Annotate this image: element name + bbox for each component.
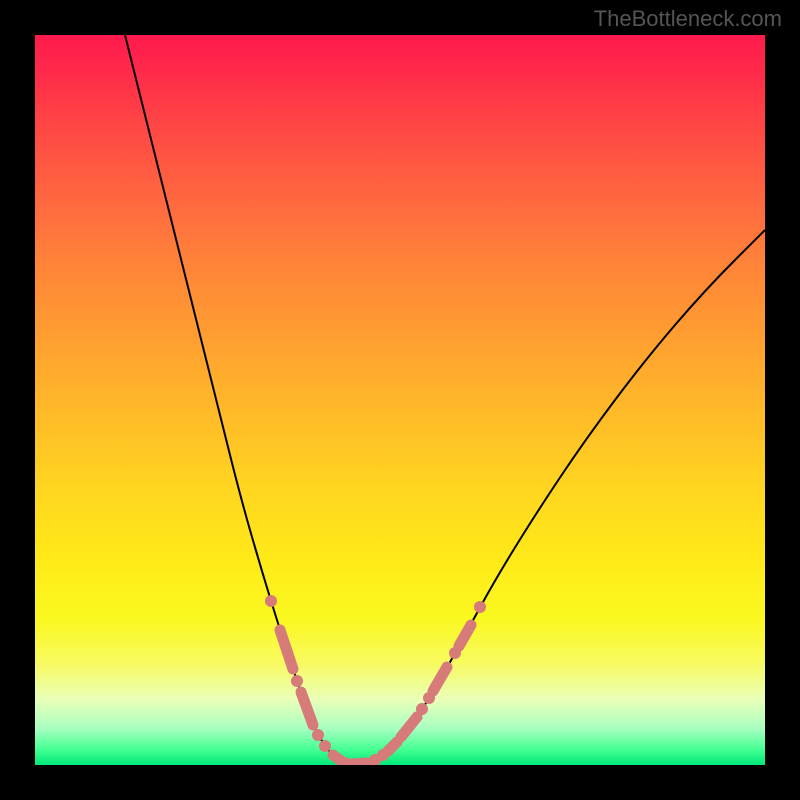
chart-svg (35, 35, 765, 765)
marker-pill (301, 692, 313, 725)
marker-pill (433, 667, 447, 691)
watermark-text: TheBottleneck.com (594, 6, 782, 32)
marker-pill (350, 763, 367, 764)
marker-pill (459, 625, 471, 646)
marker-dot (319, 740, 331, 752)
marker-pill (280, 630, 293, 669)
marker-dot (474, 601, 486, 613)
curve-right-branch (350, 230, 765, 764)
marker-dot (265, 595, 277, 607)
marker-pill (388, 742, 397, 751)
chart-plot-area (35, 35, 765, 765)
marker-dot (416, 703, 428, 715)
marker-dot (291, 675, 303, 687)
marker-pill (401, 717, 417, 737)
curve-left-branch (125, 35, 350, 764)
marker-dot (312, 729, 324, 741)
curve-markers (265, 595, 486, 765)
